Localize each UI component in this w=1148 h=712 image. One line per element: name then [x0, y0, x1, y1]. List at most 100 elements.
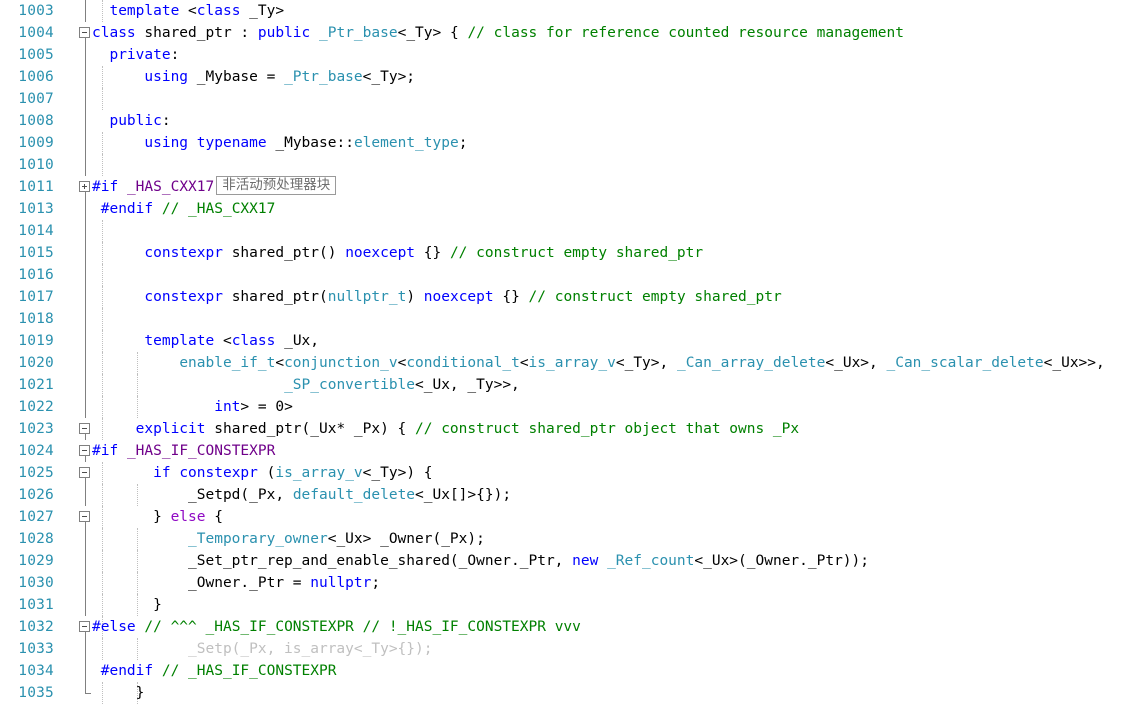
fold-margin[interactable]: [72, 0, 94, 22]
code-text[interactable]: _Setp(_Px, is_array<_Ty>{});: [92, 638, 432, 660]
code-text[interactable]: int> = 0>: [92, 396, 293, 418]
code-text[interactable]: _Temporary_owner<_Ux> _Owner(_Px);: [92, 528, 485, 550]
code-line[interactable]: 1019 template <class _Ux,: [0, 330, 1148, 352]
code-line[interactable]: 1026 _Setpd(_Px, default_delete<_Ux[]>{}…: [0, 484, 1148, 506]
fold-margin[interactable]: [72, 550, 94, 572]
fold-margin[interactable]: [72, 352, 94, 374]
fold-margin[interactable]: [72, 44, 94, 66]
fold-margin[interactable]: [72, 154, 94, 176]
fold-margin[interactable]: [72, 198, 94, 220]
code-line[interactable]: 1033 _Setp(_Px, is_array<_Ty>{});: [0, 638, 1148, 660]
code-text[interactable]: class shared_ptr : public _Ptr_base<_Ty>…: [92, 22, 904, 44]
code-text[interactable]: }: [92, 682, 145, 704]
code-line[interactable]: 1011 #if _HAS_CXX17 非活动预处理器块: [0, 176, 1148, 198]
code-line[interactable]: 1015 constexpr shared_ptr() noexcept {} …: [0, 242, 1148, 264]
code-line[interactable]: 1024 #if _HAS_IF_CONSTEXPR: [0, 440, 1148, 462]
code-line[interactable]: 1021 _SP_convertible<_Ux, _Ty>>,: [0, 374, 1148, 396]
token-pun: > = 0>: [240, 399, 293, 415]
code-line[interactable]: 1003 template <class _Ty>: [0, 0, 1148, 22]
code-text[interactable]: } else {: [92, 506, 223, 528]
code-editor[interactable]: 1003 template <class _Ty> 1004 class share…: [0, 0, 1148, 712]
code-line[interactable]: 1004 class shared_ptr : public _Ptr_base<…: [0, 22, 1148, 44]
fold-collapse-icon[interactable]: [79, 511, 90, 522]
code-text[interactable]: using _Mybase = _Ptr_base<_Ty>;: [92, 66, 415, 88]
code-text[interactable]: enable_if_t<conjunction_v<conditional_t<…: [92, 352, 1104, 374]
fold-margin[interactable]: [72, 110, 94, 132]
token-pp: #if: [92, 179, 119, 195]
code-text[interactable]: explicit shared_ptr(_Ux* _Px) { // const…: [92, 418, 799, 440]
code-line[interactable]: 1016: [0, 264, 1148, 286]
code-text[interactable]: #else // ^^^ _HAS_IF_CONSTEXPR // !_HAS_…: [92, 616, 581, 638]
code-text[interactable]: #if _HAS_CXX17 非活动预处理器块: [92, 176, 337, 198]
fold-collapse-icon[interactable]: [79, 621, 90, 632]
fold-margin[interactable]: [72, 66, 94, 88]
code-line[interactable]: 1034 #endif // _HAS_IF_CONSTEXPR: [0, 660, 1148, 682]
code-line[interactable]: 1031 }: [0, 594, 1148, 616]
code-text[interactable]: using typename _Mybase::element_type;: [92, 132, 467, 154]
code-line[interactable]: 1008 public:: [0, 110, 1148, 132]
code-line[interactable]: 1010: [0, 154, 1148, 176]
fold-margin[interactable]: [72, 572, 94, 594]
token-pun: <: [275, 355, 285, 371]
code-line[interactable]: 1018: [0, 308, 1148, 330]
fold-margin[interactable]: [72, 330, 94, 352]
fold-collapse-icon[interactable]: [79, 423, 90, 434]
token-pp: #endif: [100, 663, 154, 679]
code-line[interactable]: 1028 _Temporary_owner<_Ux> _Owner(_Px);: [0, 528, 1148, 550]
code-text[interactable]: #endif // _HAS_CXX17: [92, 198, 276, 220]
code-line[interactable]: 1023 explicit shared_ptr(_Ux* _Px) { // …: [0, 418, 1148, 440]
fold-margin[interactable]: [72, 396, 94, 418]
fold-margin[interactable]: [72, 220, 94, 242]
code-line[interactable]: 1013 #endif // _HAS_CXX17: [0, 198, 1148, 220]
fold-collapse-icon[interactable]: [79, 467, 90, 478]
code-text[interactable]: public:: [92, 110, 170, 132]
code-line[interactable]: 1009 using typename _Mybase::element_typ…: [0, 132, 1148, 154]
fold-expand-icon[interactable]: [79, 181, 90, 192]
fold-margin[interactable]: [72, 242, 94, 264]
code-line[interactable]: 1022 int> = 0>: [0, 396, 1148, 418]
fold-margin[interactable]: [72, 308, 94, 330]
code-text[interactable]: #if _HAS_IF_CONSTEXPR: [92, 440, 275, 462]
fold-margin[interactable]: [72, 594, 94, 616]
code-line[interactable]: 1035 }: [0, 682, 1148, 704]
fold-margin[interactable]: [72, 660, 94, 682]
code-text[interactable]: template <class _Ty>: [92, 0, 284, 22]
code-line[interactable]: 1032 #else // ^^^ _HAS_IF_CONSTEXPR // !_…: [0, 616, 1148, 638]
code-text[interactable]: _SP_convertible<_Ux, _Ty>>,: [92, 374, 520, 396]
code-line[interactable]: 1029 _Set_ptr_rep_and_enable_shared(_Own…: [0, 550, 1148, 572]
code-text[interactable]: #endif // _HAS_IF_CONSTEXPR: [92, 660, 337, 682]
fold-margin[interactable]: [72, 374, 94, 396]
token-typ: _Can_array_delete: [676, 355, 826, 371]
code-text[interactable]: template <class _Ux,: [92, 330, 319, 352]
code-text[interactable]: _Owner._Ptr = nullptr;: [92, 572, 380, 594]
fold-margin[interactable]: [72, 528, 94, 550]
code-line[interactable]: 1005 private:: [0, 44, 1148, 66]
code-line[interactable]: 1027 } else {: [0, 506, 1148, 528]
fold-collapse-icon[interactable]: [79, 445, 90, 456]
code-text[interactable]: if constexpr (is_array_v<_Ty>) {: [92, 462, 432, 484]
fold-collapse-icon[interactable]: [79, 27, 90, 38]
code-text[interactable]: _Set_ptr_rep_and_enable_shared(_Owner._P…: [92, 550, 869, 572]
collapsed-region-badge[interactable]: 非活动预处理器块: [216, 176, 337, 195]
code-text[interactable]: constexpr shared_ptr() noexcept {} // co…: [92, 242, 703, 264]
code-line[interactable]: 1006 using _Mybase = _Ptr_base<_Ty>;: [0, 66, 1148, 88]
fold-margin[interactable]: [72, 484, 94, 506]
code-text[interactable]: }: [92, 594, 162, 616]
code-text[interactable]: private:: [92, 44, 179, 66]
fold-margin[interactable]: [72, 132, 94, 154]
fold-margin[interactable]: [72, 264, 94, 286]
code-line[interactable]: 1014: [0, 220, 1148, 242]
code-text[interactable]: constexpr shared_ptr(nullptr_t) noexcept…: [92, 286, 781, 308]
code-text[interactable]: _Setpd(_Px, default_delete<_Ux[]>{});: [92, 484, 511, 506]
code-line[interactable]: 1025 if constexpr (is_array_v<_Ty>) {: [0, 462, 1148, 484]
fold-margin[interactable]: [72, 286, 94, 308]
token-pun: (_Px,: [240, 487, 293, 503]
fold-margin[interactable]: [72, 638, 94, 660]
fold-margin[interactable]: [72, 88, 94, 110]
line-number: 1018: [18, 311, 54, 327]
code-line[interactable]: 1007: [0, 88, 1148, 110]
code-line[interactable]: 1017 constexpr shared_ptr(nullptr_t) noe…: [0, 286, 1148, 308]
code-line[interactable]: 1030 _Owner._Ptr = nullptr;: [0, 572, 1148, 594]
code-line[interactable]: 1020 enable_if_t<conjunction_v<condition…: [0, 352, 1148, 374]
token-pun: <: [397, 355, 407, 371]
